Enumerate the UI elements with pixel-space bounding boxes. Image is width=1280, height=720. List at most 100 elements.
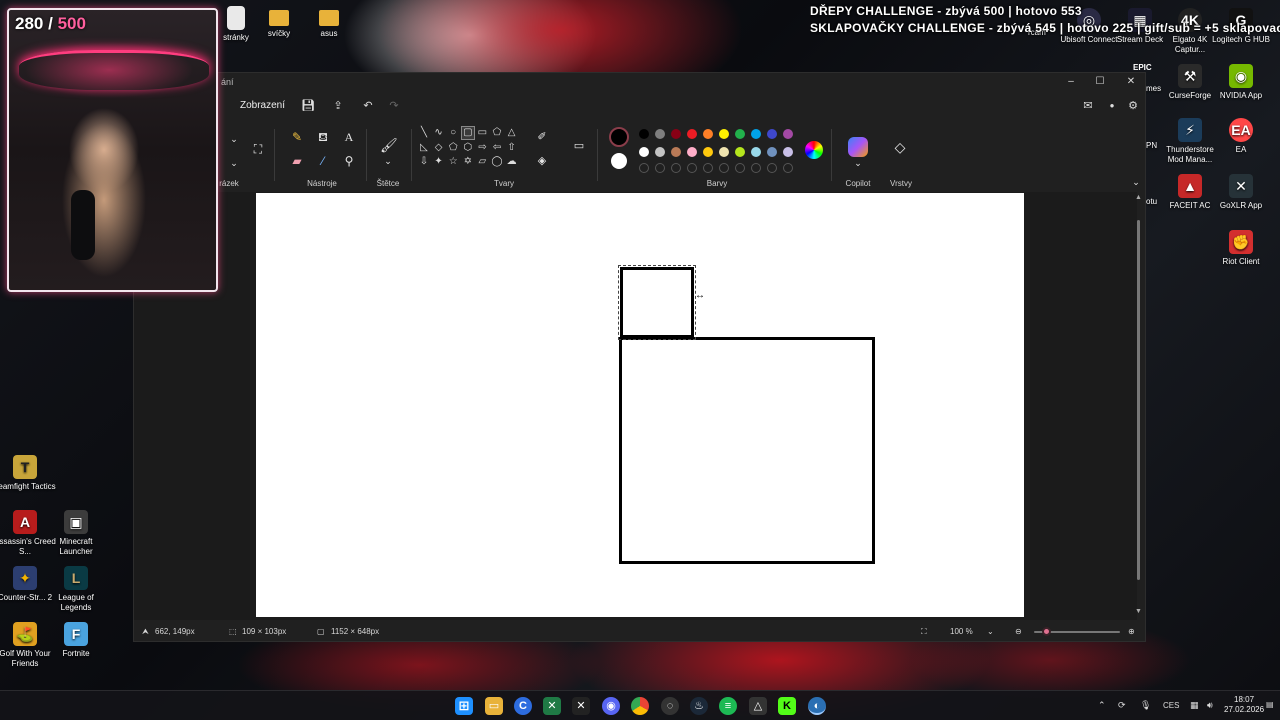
palette-swatch[interactable]	[719, 147, 729, 157]
file-explorer-icon[interactable]: ▭	[485, 697, 503, 715]
palette-swatch[interactable]	[703, 129, 713, 139]
palette-custom-slot[interactable]	[639, 163, 649, 173]
current-color-secondary[interactable]	[611, 153, 627, 169]
palette-swatch[interactable]	[687, 129, 697, 139]
excel-icon[interactable]: ✕	[543, 697, 561, 715]
triangle-shape-icon[interactable]: △	[506, 127, 518, 139]
palette-custom-slot[interactable]	[671, 163, 681, 173]
scrollbar-thumb[interactable]	[1137, 220, 1140, 580]
palette-custom-slot[interactable]	[655, 163, 665, 173]
undo-icon[interactable]: ↶	[361, 99, 375, 113]
desktop-icon-asus[interactable]: asus	[298, 6, 360, 39]
notifications-icon[interactable]: ▤	[1266, 700, 1274, 709]
palette-custom-slot[interactable]	[751, 163, 761, 173]
volume-icon[interactable]: 🔊︎	[1207, 700, 1213, 711]
eraser-icon[interactable]: ▰	[289, 153, 305, 169]
account-icon[interactable]: ●	[1105, 99, 1119, 113]
palette-swatch[interactable]	[751, 147, 761, 157]
palette-custom-slot[interactable]	[767, 163, 777, 173]
drawing-canvas[interactable]: ↔	[256, 193, 1024, 617]
discord-icon[interactable]: ◉	[602, 697, 620, 715]
callout-oval-shape-icon[interactable]: ◯	[491, 156, 503, 168]
steam-icon[interactable]: ♨	[690, 697, 708, 715]
image-crop-icon[interactable]: ⛶	[250, 141, 266, 157]
zoom-slider-thumb[interactable]	[1042, 627, 1051, 636]
pentagon-shape-icon[interactable]: ⬠	[447, 142, 459, 154]
feedback-icon[interactable]: ✉	[1081, 99, 1095, 113]
rotate-chevron-icon[interactable]: ⌄	[226, 155, 242, 171]
palette-swatch[interactable]	[735, 129, 745, 139]
outline-icon[interactable]: ✐	[534, 129, 550, 145]
star5-shape-icon[interactable]: ☆	[447, 156, 459, 168]
fill-style-icon[interactable]: ◈	[534, 153, 550, 169]
maximize-button[interactable]: ☐	[1092, 75, 1108, 89]
desktop-icon-lol[interactable]: L League of Legends	[45, 566, 107, 613]
palette-swatch[interactable]	[719, 129, 729, 139]
ribbon-collapse-icon[interactable]: ⌄	[1128, 174, 1144, 190]
capcut-icon[interactable]: ✕	[572, 697, 590, 715]
paint-app-icon[interactable]: ◐	[808, 697, 826, 715]
oval-shape-icon[interactable]: ○	[447, 127, 459, 139]
start-windows-icon[interactable]: ⊞	[455, 697, 473, 715]
palette-swatch[interactable]	[783, 129, 793, 139]
tray-app-icon[interactable]: ⟳	[1118, 700, 1126, 711]
palette-swatch[interactable]	[655, 129, 665, 139]
palette-swatch[interactable]	[655, 147, 665, 157]
curve-shape-icon[interactable]: ∿	[433, 127, 445, 139]
palette-swatch[interactable]	[767, 147, 777, 157]
affinity-icon[interactable]: △	[749, 697, 767, 715]
chrome-icon[interactable]	[631, 697, 649, 715]
zoom-level[interactable]: 100 %	[950, 627, 973, 636]
color-wheel-icon[interactable]	[805, 141, 823, 159]
kick-icon[interactable]: K	[778, 697, 796, 715]
brush-icon[interactable]: 🖌︎	[380, 137, 398, 153]
text-icon[interactable]: A	[341, 129, 357, 145]
current-color-primary[interactable]	[609, 127, 629, 147]
arrow-right-shape-icon[interactable]: ⇨	[476, 142, 488, 154]
scroll-down-icon[interactable]: ▼	[1135, 608, 1142, 615]
ccleaner-icon[interactable]: C	[514, 697, 532, 715]
fit-to-window-icon[interactable]: ⛶	[921, 627, 927, 637]
copilot-chevron-icon[interactable]: ⌄	[850, 155, 866, 171]
palette-swatch[interactable]	[783, 147, 793, 157]
desktop-icon-ea[interactable]: EA EA	[1210, 118, 1272, 155]
desktop-icon-riot[interactable]: ✊ Riot Client	[1210, 230, 1272, 267]
language-indicator[interactable]: CES	[1163, 701, 1179, 710]
star4-shape-icon[interactable]: ✦	[433, 156, 445, 168]
select-chevron-icon[interactable]: ⌄	[226, 131, 242, 147]
desktop-icon-nvidia[interactable]: ◉ NVIDIA App	[1210, 64, 1272, 101]
palette-custom-slot[interactable]	[687, 163, 697, 173]
brush-chevron-icon[interactable]: ⌄	[380, 153, 396, 169]
close-button[interactable]: ✕	[1123, 75, 1139, 89]
line-shape-icon[interactable]: ╲	[418, 127, 430, 139]
rounded-rectangle-shape-icon[interactable]: ▭	[476, 127, 488, 139]
palette-custom-slot[interactable]	[735, 163, 745, 173]
color-picker-icon[interactable]: ⁄	[315, 153, 331, 169]
palette-custom-slot[interactable]	[719, 163, 729, 173]
arrow-up-shape-icon[interactable]: ⇧	[506, 142, 518, 154]
palette-swatch[interactable]	[671, 129, 681, 139]
scroll-up-icon[interactable]: ▲	[1135, 194, 1142, 201]
tray-chevron-icon[interactable]: ⌃	[1098, 700, 1106, 711]
network-icon[interactable]: ▦	[1190, 700, 1199, 711]
magnifier-icon[interactable]: ⚲	[341, 153, 357, 169]
palette-swatch[interactable]	[687, 147, 697, 157]
callout-rect-shape-icon[interactable]: ▱	[476, 156, 488, 168]
desktop-icon-goxlr[interactable]: ✕ GoXLR App	[1210, 174, 1272, 211]
save-icon[interactable]: 💾︎	[301, 99, 315, 113]
polygon-shape-icon[interactable]: ⬠	[491, 127, 503, 139]
redo-icon[interactable]: ↷	[387, 99, 401, 113]
vertical-scrollbar[interactable]: ▲ ▼	[1135, 192, 1143, 620]
diamond-shape-icon[interactable]: ◇	[433, 142, 445, 154]
palette-swatch[interactable]	[735, 147, 745, 157]
menu-view[interactable]: Zobrazení	[240, 100, 285, 111]
callout-cloud-shape-icon[interactable]: ☁	[506, 156, 518, 168]
desktop-icon-minecraft[interactable]: ▣ Minecraft Launcher	[45, 510, 107, 557]
pencil-icon[interactable]: ✎	[289, 129, 305, 145]
obs-icon[interactable]: ◌	[661, 697, 679, 715]
spotify-icon[interactable]: ≡	[719, 697, 737, 715]
palette-swatch[interactable]	[767, 129, 777, 139]
right-triangle-shape-icon[interactable]: ◺	[418, 142, 430, 154]
palette-swatch[interactable]	[639, 129, 649, 139]
microphone-icon[interactable]: 🎙︎	[1140, 700, 1151, 711]
